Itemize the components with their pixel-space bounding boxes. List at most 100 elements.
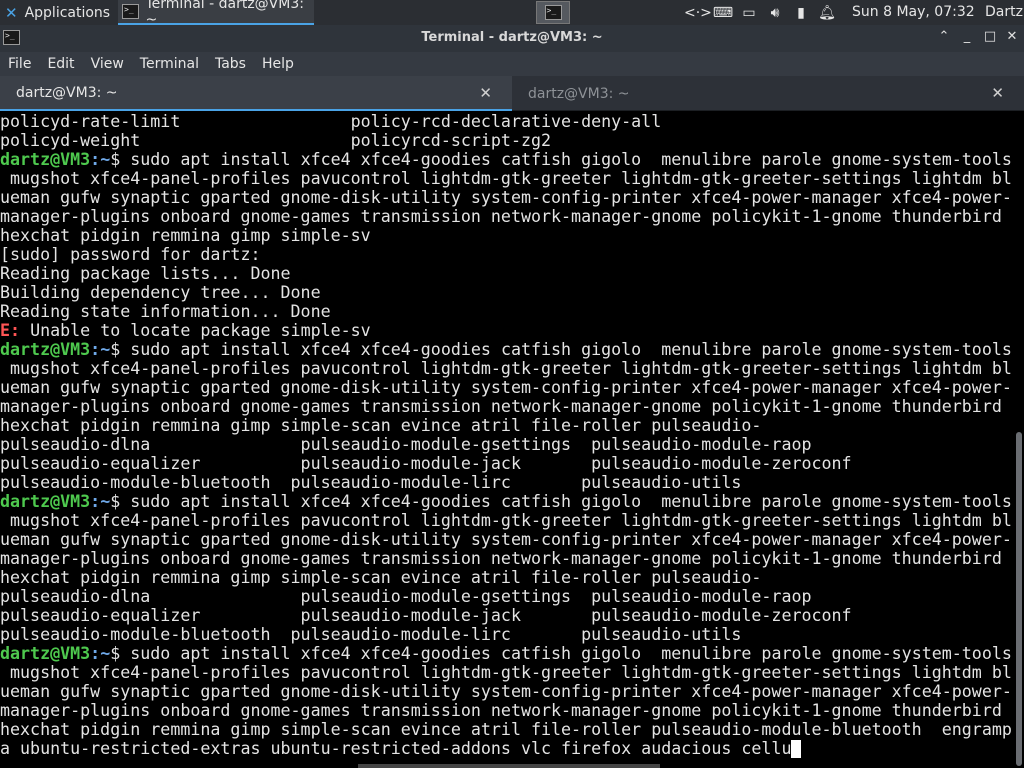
menu-file[interactable]: File [0, 56, 39, 72]
command-text: $ sudo apt install xfce4 xfce4-goodies c… [110, 150, 1012, 169]
terminal-line: Reading package lists... Done [0, 264, 1014, 283]
terminal-line: E: Unable to locate package simple-sv [0, 321, 1014, 340]
tab-label: dartz@VM3: ~ [528, 85, 630, 102]
terminal-line: pulseaudio-module-bluetooth pulseaudio-m… [0, 473, 1014, 492]
output-text: manager-plugins onboard gnome-games tran… [0, 549, 1002, 568]
terminal-line: dartz@VM3:~$ sudo apt install xfce4 xfce… [0, 340, 1014, 359]
terminal-view[interactable]: policyd-rate-limit policy-rcd-declarativ… [0, 112, 1014, 768]
terminal-scrollbar[interactable] [1014, 112, 1024, 768]
output-text: manager-plugins onboard gnome-games tran… [0, 701, 1002, 720]
terminal-line: manager-plugins onboard gnome-games tran… [0, 397, 1014, 416]
close-button[interactable]: ✕ [1003, 28, 1021, 46]
terminal-line: dartz@VM3:~$ sudo apt install xfce4 xfce… [0, 644, 1014, 663]
terminal-line: hexchat pidgin remmina gimp simple-scan … [0, 568, 1014, 587]
terminal-line: policyd-weight policyrcd-script-zg2 [0, 131, 1014, 150]
menu-edit[interactable]: Edit [39, 56, 82, 72]
output-text: manager-plugins onboard gnome-games tran… [0, 207, 1002, 226]
tab-close-icon[interactable]: ✕ [479, 84, 492, 102]
output-text: ueman gufw synaptic gparted gnome-disk-u… [0, 530, 1012, 549]
workspace-switcher[interactable]: >_ [536, 1, 570, 24]
top-panel: ✕ Applications ⋮ >_ Terminal - dartz@VM3… [0, 0, 1024, 28]
window-title: Terminal - dartz@VM3: ~ [421, 30, 603, 45]
volume-icon[interactable]: 🔊︎ [762, 5, 788, 21]
tab-label: dartz@VM3: ~ [16, 84, 118, 101]
output-text: pulseaudio-dlna pulseaudio-module-gsetti… [0, 587, 812, 606]
xfce-logo-icon: ✕ [5, 3, 18, 22]
terminal-line: dartz@VM3:~$ sudo apt install xfce4 xfce… [0, 492, 1014, 511]
terminal-line: mugshot xfce4-panel-profiles pavucontrol… [0, 511, 1014, 530]
output-text: [sudo] password for dartz: [0, 245, 261, 264]
prompt-user: dartz@VM3 [0, 492, 91, 511]
tab-bar: dartz@VM3: ~ ✕ dartz@VM3: ~ ✕ [0, 76, 1024, 111]
output-text: pulseaudio-module-bluetooth pulseaudio-m… [0, 473, 742, 492]
output-text: hexchat pidgin remmina gimp simple-scan … [0, 720, 1012, 739]
minimize-button[interactable]: ⌃ [935, 28, 953, 46]
terminal-output: policyd-rate-limit policy-rcd-declarativ… [0, 112, 1014, 758]
window-title-bar[interactable]: >_ Terminal - dartz@VM3: ~ ⌃ _ □ ✕ [0, 25, 1024, 52]
output-text: mugshot xfce4-panel-profiles pavucontrol… [0, 663, 1012, 682]
system-tray: <·> ⌨ ▭ 🔊︎ ▮ 🔔︎ [684, 0, 840, 25]
terminal-line: hexchat pidgin remmina gimp simple-scan … [0, 720, 1014, 739]
output-text: policyd-rate-limit policy-rcd-declarativ… [0, 112, 662, 131]
clock[interactable]: Sun 8 May, 07:32 [852, 4, 975, 20]
taskbar-terminal-button[interactable]: >_ Terminal - dartz@VM3: ~ [118, 0, 314, 28]
prompt-path: :~ [90, 340, 111, 359]
terminal-line: policyd-rate-limit policy-rcd-declarativ… [0, 112, 1014, 131]
output-text: pulseaudio-dlna pulseaudio-module-gsetti… [0, 435, 812, 454]
terminal-line: mugshot xfce4-panel-profiles pavucontrol… [0, 169, 1014, 188]
code-icon[interactable]: <·> [684, 5, 712, 21]
bell-icon[interactable]: 🔔︎ [814, 5, 840, 21]
terminal-line: pulseaudio-equalizer pulseaudio-module-j… [0, 454, 1014, 473]
output-text: Reading package lists... Done [0, 264, 291, 283]
output-text: hexchat pidgin remmina gimp simple-sv [0, 226, 371, 245]
terminal-line: pulseaudio-dlna pulseaudio-module-gsetti… [0, 435, 1014, 454]
terminal-line: mugshot xfce4-panel-profiles pavucontrol… [0, 359, 1014, 378]
prompt-user: dartz@VM3 [0, 644, 91, 663]
terminal-line: manager-plugins onboard gnome-games tran… [0, 549, 1014, 568]
tab-close-icon[interactable]: ✕ [991, 84, 1004, 102]
error-prefix: E: [0, 321, 21, 340]
error-text: Unable to locate package simple-sv [20, 321, 371, 340]
battery-icon[interactable]: ▮ [788, 5, 814, 21]
prompt-path: :~ [90, 492, 111, 511]
scrollbar-thumb[interactable] [1016, 432, 1022, 766]
output-text: ueman gufw synaptic gparted gnome-disk-u… [0, 378, 1012, 397]
terminal-line: Reading state information... Done [0, 302, 1014, 321]
user-menu[interactable]: Dartz [985, 4, 1023, 20]
maximize-button[interactable]: □ [981, 28, 999, 46]
output-text: pulseaudio-equalizer pulseaudio-module-j… [0, 606, 852, 625]
terminal-line: ueman gufw synaptic gparted gnome-disk-u… [0, 530, 1014, 549]
output-text: mugshot xfce4-panel-profiles pavucontrol… [0, 359, 1012, 378]
output-text: pulseaudio-module-bluetooth pulseaudio-m… [0, 625, 742, 644]
terminal-line: manager-plugins onboard gnome-games tran… [0, 207, 1014, 226]
terminal-icon: >_ [122, 4, 139, 19]
command-input-text: a ubuntu-restricted-extras ubuntu-restri… [0, 739, 792, 758]
output-text: policyd-weight policyrcd-script-zg2 [0, 131, 552, 150]
menu-tabs[interactable]: Tabs [207, 56, 254, 72]
terminal-line: pulseaudio-equalizer pulseaudio-module-j… [0, 606, 1014, 625]
output-text: Reading state information... Done [0, 302, 331, 321]
output-text: Building dependency tree... Done [0, 283, 321, 302]
iconify-button[interactable]: _ [958, 28, 976, 46]
terminal-line: hexchat pidgin remmina gimp simple-scan … [0, 416, 1014, 435]
menu-help[interactable]: Help [254, 56, 302, 72]
output-text: ueman gufw synaptic gparted gnome-disk-u… [0, 188, 1012, 207]
terminal-line: ueman gufw synaptic gparted gnome-disk-u… [0, 682, 1014, 701]
terminal-line: ueman gufw synaptic gparted gnome-disk-u… [0, 378, 1014, 397]
prompt-path: :~ [90, 644, 111, 663]
terminal-line: manager-plugins onboard gnome-games tran… [0, 701, 1014, 720]
applications-menu[interactable]: ✕ Applications ⋮ [0, 0, 125, 25]
display-icon[interactable]: ▭ [736, 5, 762, 21]
terminal-line: hexchat pidgin remmina gimp simple-sv [0, 226, 1014, 245]
menu-view[interactable]: View [83, 56, 132, 72]
output-text: mugshot xfce4-panel-profiles pavucontrol… [0, 511, 1012, 530]
menu-terminal[interactable]: Terminal [132, 56, 207, 72]
keyboard-icon[interactable]: ⌨ [710, 5, 736, 21]
terminal-line: dartz@VM3:~$ sudo apt install xfce4 xfce… [0, 150, 1014, 169]
command-text: $ sudo apt install xfce4 xfce4-goodies c… [110, 340, 1012, 359]
tab-2[interactable]: dartz@VM3: ~ ✕ [512, 76, 1024, 111]
tab-1[interactable]: dartz@VM3: ~ ✕ [0, 76, 512, 111]
window-bottom-handle[interactable] [358, 764, 660, 768]
command-text: $ sudo apt install xfce4 xfce4-goodies c… [110, 492, 1012, 511]
terminal-line: ueman gufw synaptic gparted gnome-disk-u… [0, 188, 1014, 207]
